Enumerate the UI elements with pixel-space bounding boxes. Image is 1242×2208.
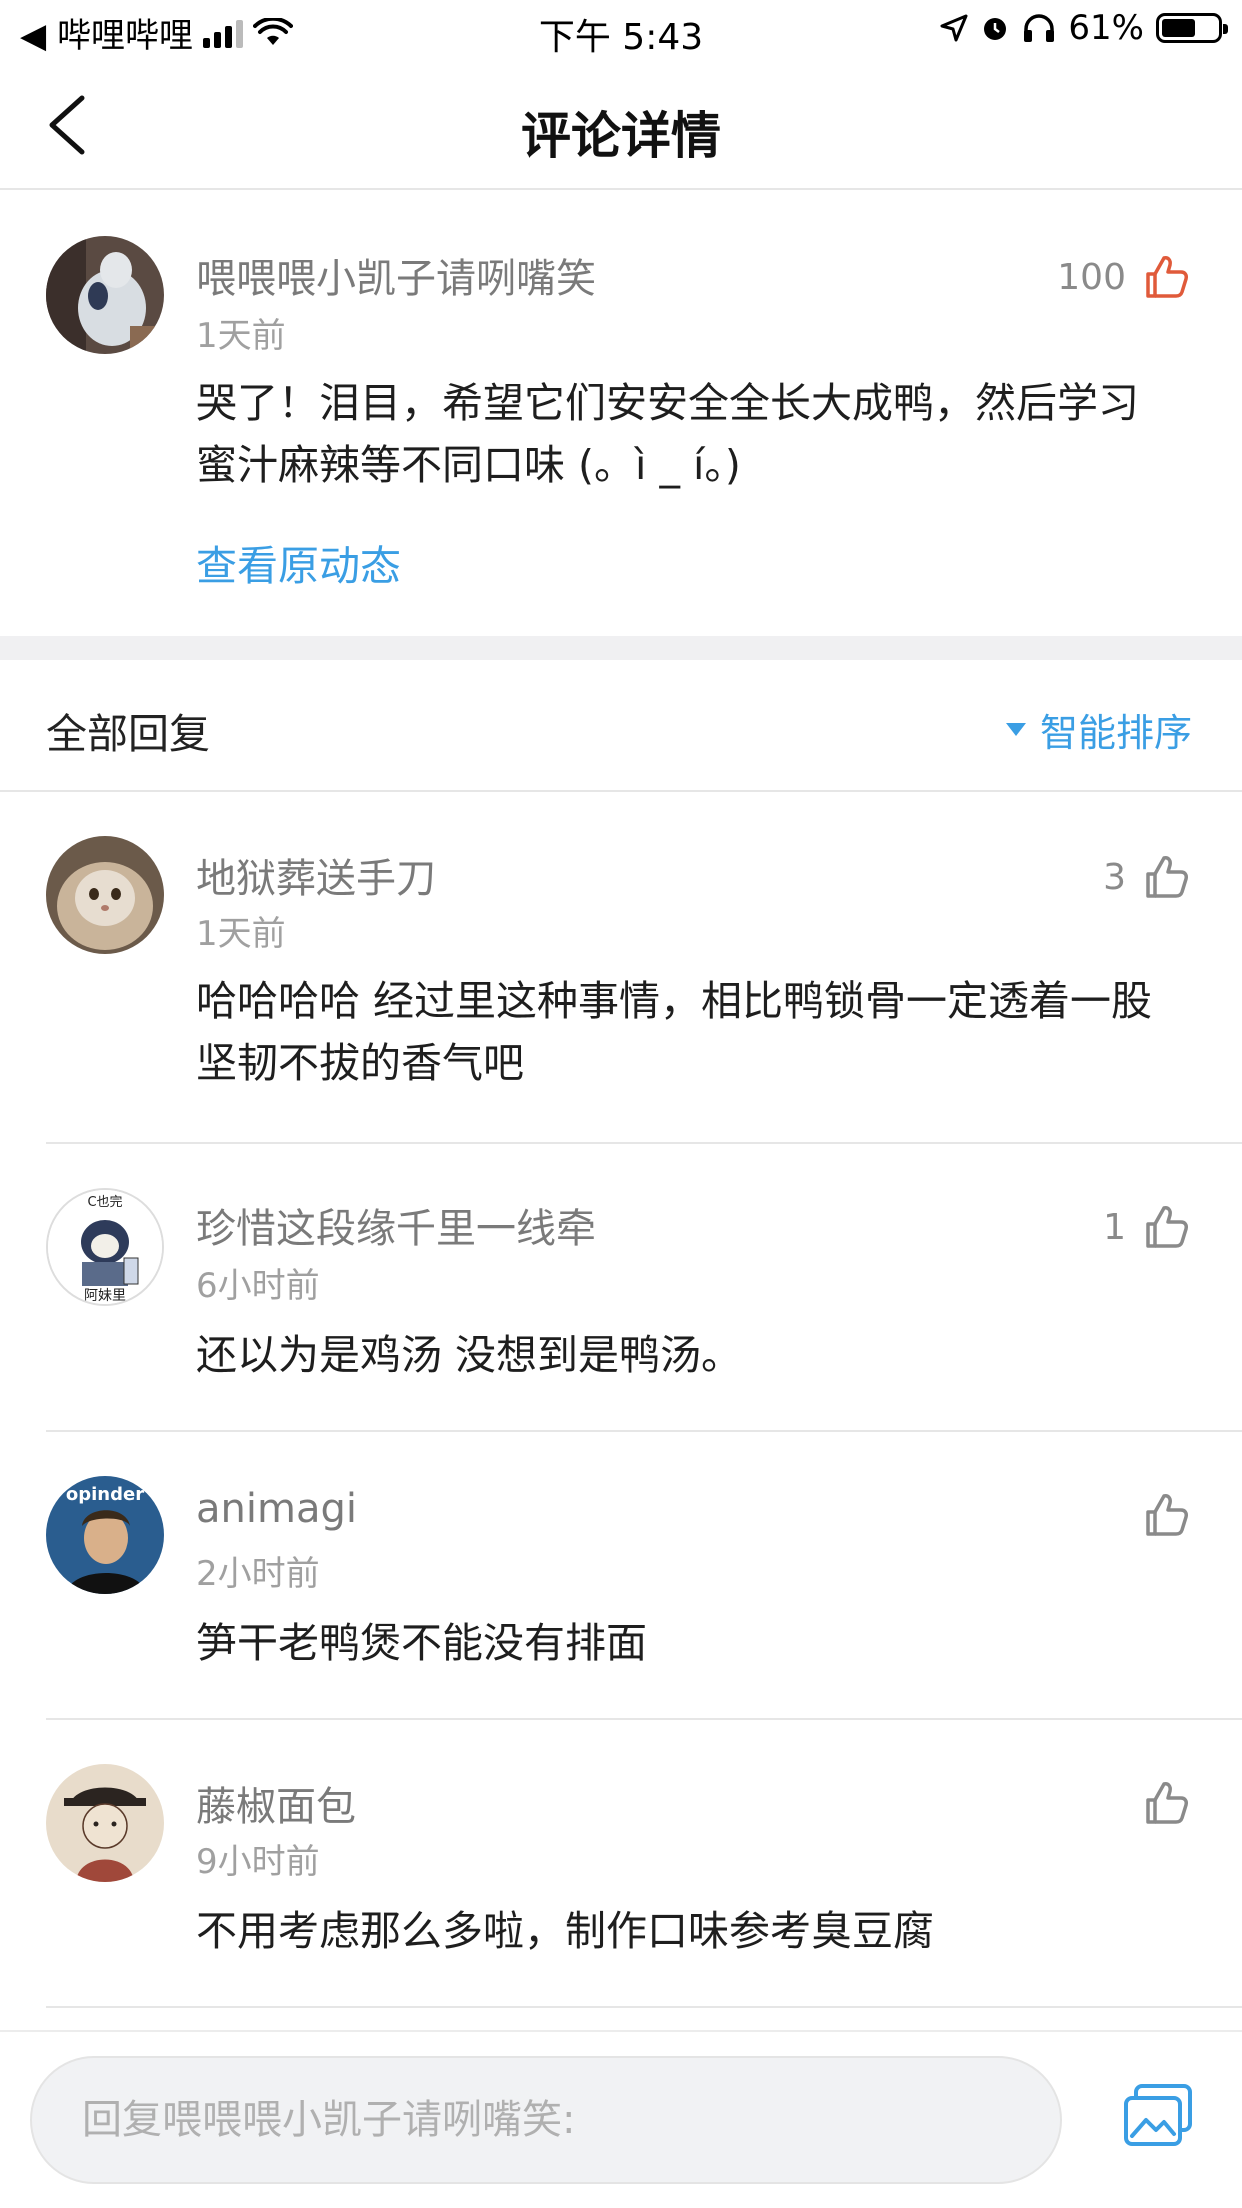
reply-time: 6小时前 (196, 1266, 320, 1306)
reply-text-line: 坚韧不拔的香气吧 (196, 1039, 524, 1087)
alarm-icon (984, 18, 1007, 40)
reply-text-line: 哈哈哈哈 经过里这种事情，相比鸭锁骨一定透着一股 (196, 977, 1153, 1025)
reply-username[interactable]: animagi (196, 1486, 357, 1532)
replies-title: 全部回复 (46, 710, 210, 758)
thumbs-up-icon (1146, 856, 1188, 898)
avatar[interactable]: C也完 阿妹里 (46, 1188, 164, 1306)
like-count: 1 (1103, 1206, 1126, 1248)
nav-bar: 评论详情 (0, 62, 1242, 190)
headphones-icon (1024, 14, 1055, 42)
like-count: 3 (1103, 856, 1126, 898)
image-picker-icon[interactable] (1122, 2084, 1194, 2148)
battery-percent: 61% (1068, 8, 1144, 48)
replies-header: 全部回复 智能排序 (0, 660, 1242, 792)
comment-text-line: 蜜汁麻辣等不同口味 (。ì _ í。) (196, 441, 741, 489)
comment-text: 哭了！泪目，希望它们安安全全长大成鸭，然后学习 蜜汁麻辣等不同口味 (。ì _ … (196, 372, 1206, 496)
like-count: 100 (1057, 256, 1126, 298)
reply-text-line: 还以为是鸡汤 没想到是鸭汤。 (196, 1331, 743, 1379)
avatar[interactable] (46, 1764, 164, 1882)
status-bar: ◀ 哔哩哔哩 下午 5:43 61% (0, 0, 1242, 62)
comment-username[interactable]: 喂喂喂小凯子请咧嘴笑 (196, 246, 596, 304)
reply-username[interactable]: 藤椒面包 (196, 1774, 356, 1832)
page-title: 评论详情 (521, 107, 721, 165)
reply-text-line: 笋干老鸭煲不能没有排面 (196, 1619, 647, 1667)
reply-time: 1天前 (196, 914, 286, 954)
thumbs-up-icon (1146, 1206, 1188, 1248)
reply-username[interactable]: 珍惜这段缘千里一线牵 (196, 1196, 596, 1254)
avatar[interactable] (46, 236, 164, 354)
like-button[interactable] (1126, 1778, 1190, 1828)
reply-divider (46, 1718, 1242, 1720)
reply-text: 还以为是鸡汤 没想到是鸭汤。 (196, 1324, 1216, 1386)
reply-time: 9小时前 (196, 1842, 320, 1882)
sort-dropdown[interactable]: 智能排序 (1005, 702, 1192, 757)
like-button[interactable]: 100 (1057, 252, 1190, 302)
reply-time: 2小时前 (196, 1554, 320, 1594)
like-button[interactable]: 3 (1103, 852, 1190, 902)
comment-text-line: 哭了！泪目，希望它们安安全全长大成鸭，然后学习 (196, 379, 1139, 427)
avatar-text: opinder (66, 1484, 144, 1505)
thumbs-up-icon (1146, 1494, 1188, 1536)
like-button[interactable] (1126, 1490, 1190, 1540)
reply-input[interactable]: 回复喂喂喂小凯子请咧嘴笑: (30, 2056, 1062, 2184)
reply-text-line: 不用考虑那么多啦，制作口味参考臭豆腐 (196, 1907, 934, 1955)
view-original-link[interactable]: 查看原动态 (196, 532, 401, 592)
avatar[interactable] (46, 836, 164, 954)
reply-divider (46, 1142, 1242, 1144)
section-divider (0, 636, 1242, 660)
location-icon (940, 14, 968, 42)
avatar-text: 阿妹里 (84, 1288, 126, 1304)
like-button[interactable]: 1 (1103, 1202, 1190, 1252)
avatar-text: C也完 (87, 1195, 122, 1210)
reply-divider (46, 2006, 1242, 2008)
sort-label: 智能排序 (1039, 711, 1192, 755)
dropdown-triangle-icon (1005, 723, 1026, 736)
reply-text: 笋干老鸭煲不能没有排面 (196, 1612, 1216, 1674)
battery-icon (1156, 13, 1228, 43)
avatar[interactable]: opinder (46, 1476, 164, 1594)
reply-bar: 回复喂喂喂小凯子请咧嘴笑: (0, 2030, 1242, 2208)
reply-text: 不用考虑那么多啦，制作口味参考臭豆腐 (196, 1900, 1216, 1962)
reply-text: 哈哈哈哈 经过里这种事情，相比鸭锁骨一定透着一股 坚韧不拔的香气吧 (196, 970, 1216, 1094)
reply-divider (46, 1430, 1242, 1432)
reply-username[interactable]: 地狱葬送手刀 (196, 846, 436, 904)
thumbs-up-icon (1146, 256, 1188, 298)
comment-time: 1天前 (196, 316, 286, 356)
status-bar-right: 61% (940, 8, 1228, 48)
thumbs-up-icon (1146, 1782, 1188, 1824)
